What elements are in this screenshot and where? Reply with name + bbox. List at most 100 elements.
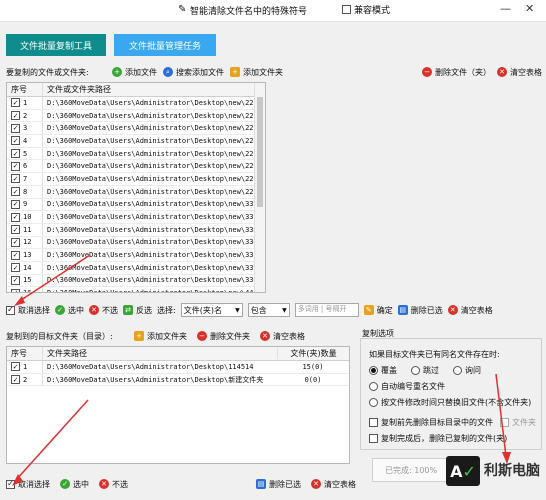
- match-field-select[interactable]: 文件(夹)名 ▼: [180, 303, 243, 317]
- row-checkbox[interactable]: ✓: [11, 187, 20, 197]
- table-row[interactable]: ✓ 3 D:\360MoveData\Users\Administrator\Des…: [7, 122, 265, 136]
- delete-file-button[interactable]: − 删除文件（夹）: [422, 67, 491, 78]
- minimize-icon[interactable]: —: [500, 2, 511, 15]
- search-add-file-button[interactable]: ⌕ 搜索添加文件: [163, 67, 224, 78]
- target-toolbar: 复制到的目标文件夹（目录）: + 添加文件夹 − 删除文件夹 ✕ 清空表格: [6, 328, 356, 344]
- target-select-button[interactable]: ✓ 选中: [60, 479, 89, 490]
- table-row[interactable]: ✓ 14 D:\360MoveData\Users\Administrator\De…: [7, 261, 265, 275]
- table-row[interactable]: ✓ 10 D:\360MoveData\Users\Administrator\De…: [7, 211, 265, 224]
- select-button[interactable]: ✓ 选中: [55, 305, 84, 316]
- delete-selected-button[interactable]: ▤ 删除已选: [397, 305, 443, 316]
- table-row[interactable]: ✓ 4 D:\360MoveData\Users\Administrator\Des…: [7, 135, 265, 148]
- row-checkbox[interactable]: ✓: [11, 263, 20, 273]
- checkbox-box[interactable]: [369, 434, 378, 443]
- row-path: D:\360MoveData\Users\Administrator\Deskt…: [47, 149, 265, 158]
- row-checkbox[interactable]: ✓: [11, 111, 20, 121]
- table-row[interactable]: ✓ 8 D:\360MoveData\Users\Administrator\Des…: [7, 185, 265, 199]
- row-index-cell: ✓ 1: [7, 97, 43, 109]
- tab-batch-manage[interactable]: 文件批量管理任务: [114, 34, 216, 56]
- table-row[interactable]: ✓ 1 D:\360MoveData\Users\Administrator\Des…: [7, 97, 265, 110]
- row-checkbox[interactable]: ✓: [11, 174, 20, 184]
- clear-table-button-2[interactable]: ✕ 清空表格: [447, 305, 493, 316]
- row-index: 1: [23, 362, 28, 371]
- row-checkbox[interactable]: ✓: [11, 123, 20, 133]
- compat-mode-checkbox[interactable]: 兼容模式: [342, 3, 390, 16]
- unselect-label: 不选: [102, 305, 118, 315]
- row-checkbox[interactable]: ✓: [11, 161, 20, 171]
- target-delete-folder-button[interactable]: − 删除文件夹: [197, 331, 250, 342]
- window-title: 智能清除文件名中的特殊符号: [190, 7, 308, 17]
- row-checkbox[interactable]: ✓: [11, 250, 20, 260]
- table-row[interactable]: ✓ 5 D:\360MoveData\Users\Administrator\Des…: [7, 147, 265, 161]
- row-checkbox[interactable]: ✓: [11, 362, 20, 372]
- row-checkbox[interactable]: ✓: [11, 237, 20, 247]
- vertical-scrollbar[interactable]: [254, 83, 265, 292]
- row-checkbox[interactable]: ✓: [11, 275, 20, 285]
- table-row[interactable]: ✓16D:\360MoveData\Users\Administrator\De…: [7, 287, 265, 292]
- row-checkbox[interactable]: ✓: [11, 212, 20, 222]
- filter-input[interactable]: 多词用 | 号隔开: [294, 303, 359, 317]
- close-icon[interactable]: ✕: [525, 2, 534, 15]
- scrollbar-thumb[interactable]: [257, 97, 263, 207]
- row-checkbox[interactable]: ✓: [11, 288, 20, 292]
- table-row[interactable]: ✓ 13 D:\360MoveData\Users\Administrator\De…: [7, 249, 265, 262]
- confirm-button[interactable]: ✎ 确定: [363, 305, 393, 316]
- auto-rename-radio[interactable]: 自动编号重名文件: [369, 381, 445, 392]
- target-deselect-button[interactable]: ✓ 取消选择: [6, 479, 50, 490]
- row-checkbox[interactable]: ✓: [11, 149, 20, 159]
- table-row[interactable]: ✓ 2 D:\360MoveData\Users\Administrator\Des…: [7, 373, 349, 387]
- row-checkbox[interactable]: ✓: [11, 375, 20, 385]
- unselect-button[interactable]: ✕ 不选: [89, 305, 118, 316]
- target-add-folder-label: 添加文件夹: [147, 331, 187, 341]
- pre-delete-checkbox[interactable]: 复制前先删除目标目录中的文件 文件夹: [369, 417, 536, 428]
- checkbox-box[interactable]: [369, 418, 378, 427]
- target-folder-table[interactable]: 序号 文件夹路径 文件(夹)数量 ✓ 1 D:\360MoveData\Users\…: [6, 346, 350, 464]
- radio-dot[interactable]: [369, 398, 378, 407]
- target-unselect-button[interactable]: ✕ 不选: [99, 479, 128, 490]
- add-folder-label: 添加文件夹: [243, 67, 283, 77]
- time-check-radio[interactable]: 按文件修改时间只替换旧文件(不含文件夹): [369, 397, 531, 408]
- column-header-count: 文件(夹)数量: [277, 348, 349, 359]
- table-row[interactable]: ✓ 15 D:\360MoveData\Users\Administrator\De…: [7, 274, 265, 288]
- radio-dot[interactable]: [369, 382, 378, 391]
- deselect-button[interactable]: ✓ 取消选择: [6, 305, 50, 316]
- compat-checkbox-box[interactable]: [342, 5, 351, 14]
- target-clear-button[interactable]: ✕ 清空表格: [260, 331, 305, 342]
- row-index-cell: ✓ 2: [7, 109, 43, 122]
- source-file-table[interactable]: 序号 文件或文件夹路径 ✓ 1 D:\360MoveData\Users\Admin…: [6, 82, 266, 293]
- row-path: D:\360MoveData\Users\Administrator\Deskt…: [47, 124, 265, 133]
- table-row[interactable]: ✓ 9 D:\360MoveData\Users\Administrator\Des…: [7, 198, 265, 212]
- tab-copy-tool[interactable]: 文件批量复制工具: [6, 34, 106, 56]
- radio-overwrite[interactable]: 覆盖: [369, 365, 397, 376]
- invert-button[interactable]: ⇄ 反选: [123, 305, 152, 316]
- target-clear-table-button[interactable]: ✕ 清空表格: [311, 479, 356, 490]
- row-checkbox[interactable]: ✓: [11, 199, 20, 209]
- radio-dot[interactable]: [411, 366, 420, 375]
- post-delete-checkbox[interactable]: 复制完成后，删除已复制的文件(夹): [369, 433, 507, 444]
- match-mode-select[interactable]: 包含 ▼: [247, 303, 290, 317]
- radio-skip[interactable]: 跳过: [411, 365, 439, 376]
- row-checkbox[interactable]: ✓: [11, 136, 20, 146]
- radio-dot[interactable]: [369, 366, 378, 375]
- clear-table-button[interactable]: ✕ 清空表格: [497, 67, 542, 78]
- add-file-button[interactable]: + 添加文件: [112, 67, 157, 78]
- table-row[interactable]: ✓ 11 D:\360MoveData\Users\Administrator\De…: [7, 223, 265, 237]
- table-row[interactable]: ✓ 2 D:\360MoveData\Users\Administrator\Des…: [7, 109, 265, 123]
- start-copy-button[interactable]: A✓: [446, 456, 480, 486]
- target-delete-selected-button[interactable]: ▤ 删除已选: [256, 479, 301, 490]
- add-folder-button[interactable]: + 添加文件夹: [230, 67, 283, 78]
- radio-dot[interactable]: [453, 366, 462, 375]
- row-index: 5: [23, 149, 28, 158]
- row-checkbox[interactable]: ✓: [11, 98, 20, 108]
- radio-ask[interactable]: 询问: [453, 365, 481, 376]
- folder-icon: +: [134, 331, 144, 341]
- row-path: D:\360MoveData\Users\Administrator\Deskt…: [47, 362, 254, 371]
- folder-checkbox-box[interactable]: [500, 418, 509, 427]
- table-row[interactable]: ✓ 6 D:\360MoveData\Users\Administrator\Des…: [7, 160, 265, 174]
- row-path: D:\360MoveData\Users\Administrator\Deskt…: [47, 187, 265, 196]
- table-row[interactable]: ✓ 12 D:\360MoveData\Users\Administrator\De…: [7, 236, 265, 250]
- table-row[interactable]: ✓ 1 D:\360MoveData\Users\Administrator\Des…: [7, 361, 349, 374]
- table-row[interactable]: ✓ 7 D:\360MoveData\Users\Administrator\Des…: [7, 173, 265, 186]
- target-add-folder-button[interactable]: + 添加文件夹: [134, 331, 187, 342]
- row-checkbox[interactable]: ✓: [11, 225, 20, 235]
